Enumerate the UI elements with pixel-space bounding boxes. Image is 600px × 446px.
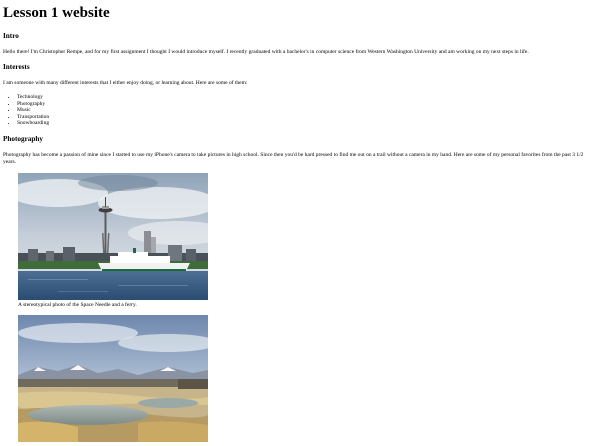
photography-paragraph: Photography has become a passion of mine…: [3, 151, 584, 165]
interests-paragraph: I am someone with many different interes…: [3, 80, 248, 86]
list-item: Snowboarding: [17, 120, 597, 127]
list-item: Technology: [17, 94, 597, 101]
photo-figure-2: [18, 314, 597, 442]
page-content: Lesson 1 website Intro Hello there! I'm …: [0, 0, 600, 446]
interests-list: Technology Photography Music Transportat…: [3, 94, 597, 127]
page-title: Lesson 1 website: [3, 5, 110, 21]
photo-caption: A stereotypical photo of the Space Needl…: [18, 301, 137, 308]
intro-heading: Intro: [3, 32, 19, 40]
photo-figure-1: A stereotypical photo of the Space Needl…: [18, 172, 597, 309]
list-item: Photography: [17, 101, 597, 108]
list-item: Transportation: [17, 114, 597, 121]
list-item: Music: [17, 107, 597, 114]
interests-heading: Interests: [3, 63, 30, 71]
photography-heading: Photography: [3, 134, 43, 143]
intro-paragraph: Hello there! I'm Christopher Rempe, and …: [3, 49, 529, 55]
hot-springs-landscape-photo: [18, 314, 208, 442]
space-needle-photo: [18, 172, 208, 300]
